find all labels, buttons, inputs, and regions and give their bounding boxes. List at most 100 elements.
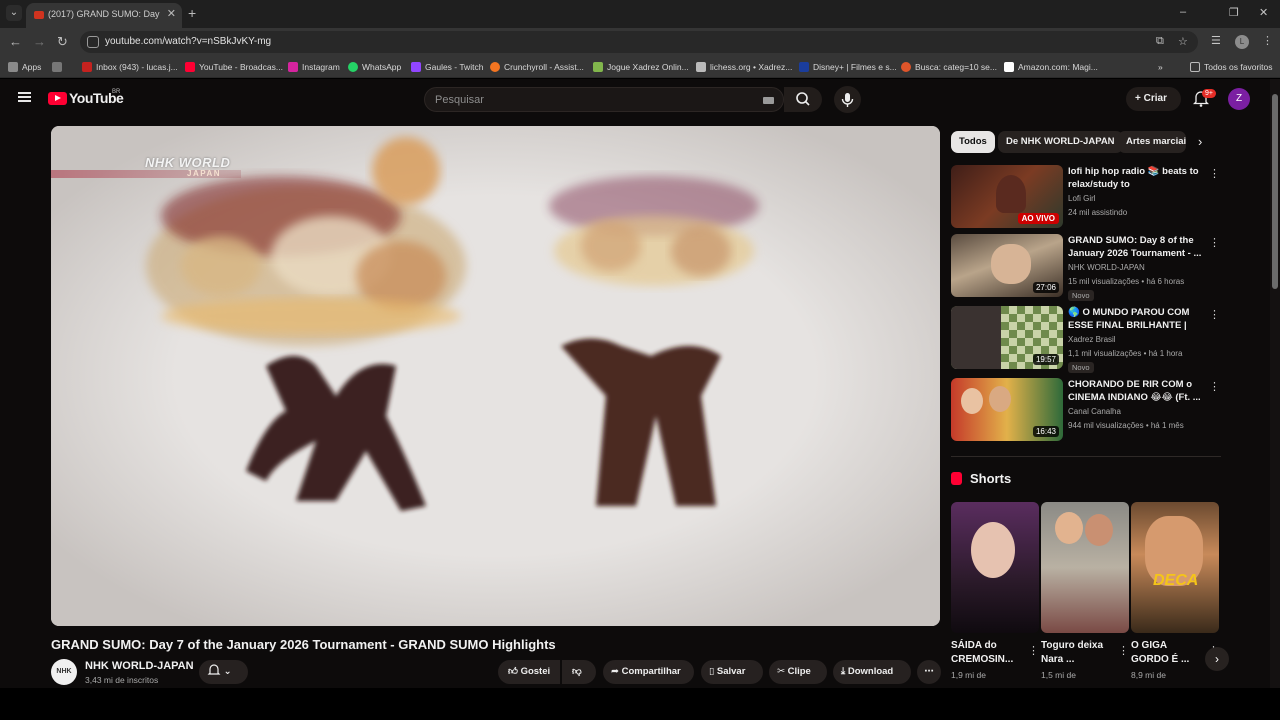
recommendation-channel[interactable]: Lofi Girl xyxy=(1068,194,1096,203)
close-window-button[interactable]: ✕ xyxy=(1259,6,1268,19)
more-vert-icon[interactable]: ⋮ xyxy=(1209,236,1220,249)
share-button[interactable]: ➦ Compartilhar xyxy=(603,660,694,684)
clip-button[interactable]: ✂ Clipe xyxy=(769,660,827,684)
chip-from-channel[interactable]: De NHK WORLD-JAPAN xyxy=(998,131,1123,153)
thumbnail[interactable]: 16:43 xyxy=(951,378,1063,441)
youtube-logo-icon[interactable] xyxy=(48,92,67,105)
browser-menu-icon[interactable]: ⋮ xyxy=(1262,34,1273,47)
all-bookmarks[interactable]: Todos os favoritos xyxy=(1190,60,1273,74)
chip-todos[interactable]: Todos xyxy=(951,131,995,153)
tab-title: (2017) GRAND SUMO: Day 7 of the January … xyxy=(48,9,160,19)
dislike-button[interactable]: 👎︎ xyxy=(562,660,596,684)
video-frame-image xyxy=(51,126,940,626)
bookmark-whatsapp[interactable]: WhatsApp xyxy=(348,60,401,74)
short-views: 1,5 mi de xyxy=(1041,670,1076,680)
notifications-subscribe-button[interactable]: ⌄ xyxy=(199,660,248,684)
channel-name[interactable]: NHK WORLD-JAPAN xyxy=(85,660,194,672)
recommendation-title[interactable]: CHORANDO DE RIR COM o CINEMA INDIANO 😂😂 … xyxy=(1068,378,1204,404)
reload-button[interactable]: ↻ xyxy=(57,34,68,50)
scrollbar-thumb[interactable] xyxy=(1272,94,1278,289)
forward-button[interactable]: → xyxy=(33,34,46,49)
short-item[interactable]: SÁIDA do CREMOSIN... 1,9 mi de ⋮ xyxy=(951,502,1039,680)
voice-search-button[interactable] xyxy=(834,86,861,113)
back-button[interactable]: ← xyxy=(9,34,22,49)
more-vert-icon[interactable]: ⋮ xyxy=(1209,380,1220,393)
bookmark-busca[interactable]: Busca: categ=10 se... xyxy=(901,60,997,74)
media-controls-icon[interactable]: ☰ xyxy=(1211,34,1221,47)
new-tab-button[interactable]: + xyxy=(188,5,196,21)
short-thumbnail[interactable] xyxy=(951,502,1039,633)
create-button[interactable]: + Criar xyxy=(1126,87,1181,111)
thumbnail[interactable]: AO VIVO xyxy=(951,165,1063,228)
apps-grid-icon xyxy=(8,62,18,72)
recommendation-channel[interactable]: NHK WORLD-JAPAN xyxy=(1068,263,1145,272)
site-info-icon[interactable] xyxy=(87,36,99,48)
recommendation-title[interactable]: lofi hip hop radio 📚 beats to relax/stud… xyxy=(1068,165,1204,191)
browser-profile-avatar[interactable]: L xyxy=(1235,35,1249,49)
chips-next-chevron-icon[interactable]: › xyxy=(1198,134,1202,149)
bookmark-amazon[interactable]: Amazon.com: Magi... xyxy=(1004,60,1098,74)
bookmark-star-icon[interactable]: ☆ xyxy=(1178,35,1188,48)
microphone-icon xyxy=(841,93,854,107)
youtube-favicon-icon xyxy=(34,11,44,19)
restore-button[interactable]: ❐ xyxy=(1229,6,1239,19)
search-input[interactable]: Pesquisar xyxy=(424,87,784,112)
short-thumbnail[interactable]: DECA xyxy=(1131,502,1219,633)
recommendation-channel[interactable]: Xadrez Brasil xyxy=(1068,335,1116,344)
install-app-icon[interactable]: ⧉ xyxy=(1156,35,1164,48)
recommendation-title[interactable]: 🌎 O MUNDO PAROU COM ESSE FINAL BRILHANTE… xyxy=(1068,306,1204,332)
thumbnail[interactable]: 19:57 xyxy=(951,306,1063,369)
person-face xyxy=(1085,514,1113,546)
shorts-next-chevron-icon[interactable]: › xyxy=(1205,647,1229,671)
download-button[interactable]: ⤓ Download xyxy=(833,660,911,684)
bookmark-lichess[interactable]: lichess.org • Xadrez... xyxy=(696,60,792,74)
thumbnail[interactable]: 27:06 xyxy=(951,234,1063,297)
tab-close-icon[interactable]: ✕ xyxy=(167,7,176,20)
instagram-icon xyxy=(288,62,298,72)
video-player[interactable]: NHK WORLD JAPAN xyxy=(51,126,940,626)
recommendation-title[interactable]: GRAND SUMO: Day 8 of the January 2026 To… xyxy=(1068,234,1204,260)
recommendation-channel[interactable]: Canal Canalha xyxy=(1068,407,1121,416)
minimize-button[interactable]: – xyxy=(1180,6,1186,18)
gmail-icon xyxy=(82,62,92,72)
bookmarks-overflow-icon[interactable]: » xyxy=(1158,60,1163,74)
bookmarks-bar: Apps Inbox (943) - lucas.j... YouTube - … xyxy=(0,56,1280,78)
short-thumbnail[interactable] xyxy=(1041,502,1129,633)
screen-bottom-bar xyxy=(0,688,1280,720)
save-button[interactable]: ▯ Salvar xyxy=(701,660,763,684)
short-item[interactable]: Toguro deixa Nara ... 1,5 mi de ⋮ xyxy=(1041,502,1129,680)
thumbs-down-icon: 👎︎ xyxy=(572,666,582,677)
browser-tabstrip: ⌄ (2017) GRAND SUMO: Day 7 of the Januar… xyxy=(0,0,1280,28)
more-vert-icon[interactable]: ⋮ xyxy=(1028,644,1039,657)
like-button[interactable]: 👍︎ Gostei xyxy=(498,660,560,684)
menu-hamburger-icon[interactable] xyxy=(18,92,31,102)
bookmark-grid[interactable] xyxy=(52,60,66,74)
bookmark-instagram[interactable]: Instagram xyxy=(288,60,340,74)
person-face xyxy=(961,388,983,414)
person-face xyxy=(971,522,1015,578)
notification-count-badge: 9+ xyxy=(1202,89,1216,98)
bookmark-gmail[interactable]: Inbox (943) - lucas.j... xyxy=(82,60,178,74)
tab-search-button[interactable]: ⌄ xyxy=(6,5,22,21)
bookmark-twitch[interactable]: Gaules - Twitch xyxy=(411,60,483,74)
bookmark-disney[interactable]: Disney+ | Filmes e s... xyxy=(799,60,897,74)
channel-avatar[interactable]: NHK xyxy=(51,659,77,685)
keyboard-icon[interactable] xyxy=(763,97,774,104)
search-button[interactable] xyxy=(784,87,822,112)
more-actions-button[interactable]: ⋯ xyxy=(917,660,941,684)
short-title[interactable]: O GIGA GORDO É ... xyxy=(1131,639,1207,667)
more-vert-icon[interactable]: ⋮ xyxy=(1209,167,1220,180)
short-title[interactable]: SÁIDA do CREMOSIN... xyxy=(951,639,1027,667)
chip-martial-arts[interactable]: Artes marciais xyxy=(1118,131,1186,153)
bookmark-chess[interactable]: Jogue Xadrez Onlin... xyxy=(593,60,689,74)
page-scrollbar[interactable] xyxy=(1270,79,1280,688)
more-vert-icon[interactable]: ⋮ xyxy=(1209,308,1220,321)
account-avatar[interactable]: Z xyxy=(1228,88,1250,110)
short-title[interactable]: Toguro deixa Nara ... xyxy=(1041,639,1117,667)
bookmark-apps[interactable]: Apps xyxy=(8,60,41,74)
bookmark-youtube-studio[interactable]: YouTube - Broadcas... xyxy=(185,60,283,74)
more-vert-icon[interactable]: ⋮ xyxy=(1118,644,1129,657)
bookmark-crunchyroll[interactable]: Crunchyroll - Assist... xyxy=(490,60,584,74)
address-bar[interactable]: youtube.com/watch?v=nSBkJvKY-mg ⧉ ☆ xyxy=(80,31,1198,53)
browser-tab-active[interactable]: (2017) GRAND SUMO: Day 7 of the January … xyxy=(26,3,182,28)
